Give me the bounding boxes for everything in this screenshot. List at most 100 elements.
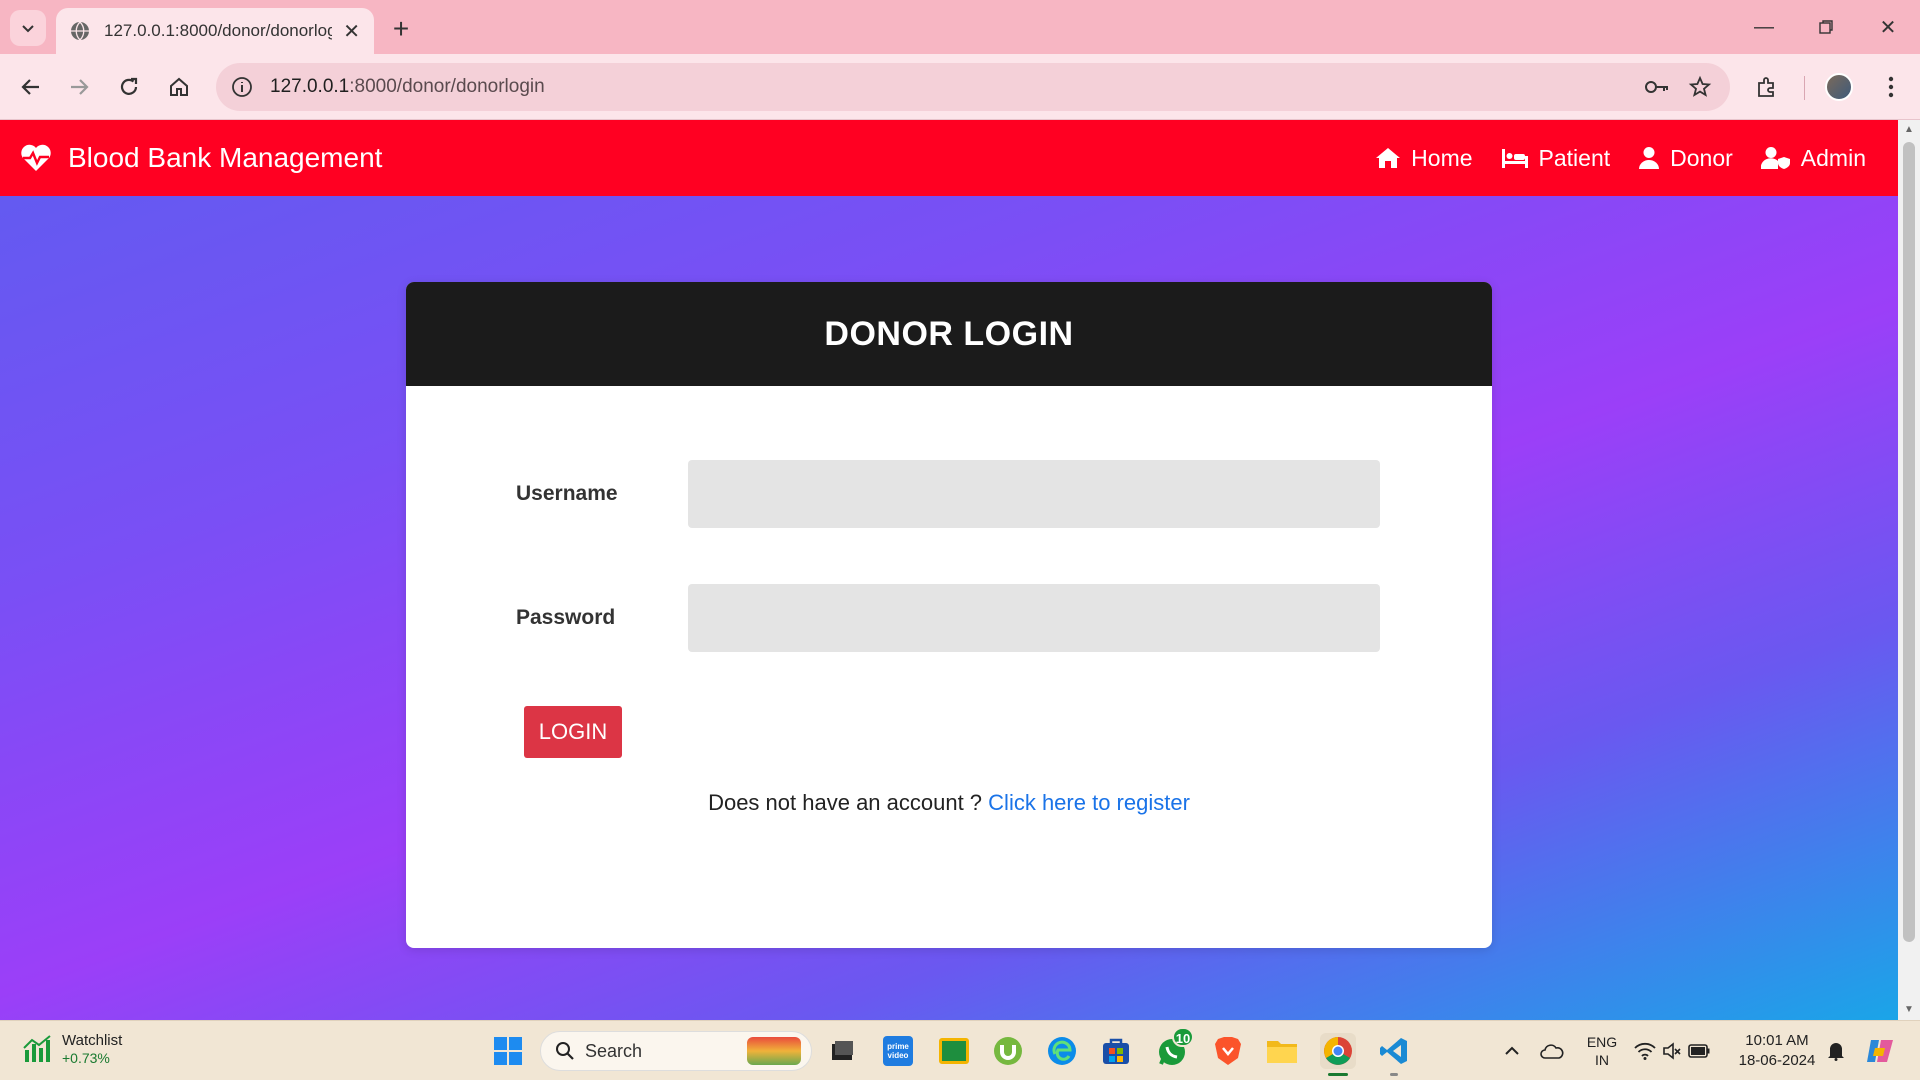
- back-button[interactable]: [12, 68, 50, 106]
- close-window-button[interactable]: ✕: [1858, 0, 1918, 54]
- forward-button[interactable]: [60, 68, 98, 106]
- language-line1: ENG: [1586, 1034, 1618, 1050]
- menu-button[interactable]: [1872, 68, 1910, 106]
- toolbar-divider: [1804, 76, 1805, 100]
- taskbar-task-view[interactable]: [824, 1033, 860, 1069]
- taskbar-vscode[interactable]: [1376, 1033, 1412, 1076]
- running-app-indicator: [1390, 1073, 1398, 1076]
- taskbar-chrome[interactable]: [1320, 1033, 1356, 1076]
- username-input[interactable]: [688, 460, 1380, 528]
- home-button[interactable]: [160, 68, 198, 106]
- wifi-icon: [1634, 1042, 1656, 1060]
- vscode-icon: [1380, 1038, 1407, 1064]
- nav-donor[interactable]: Donor: [1638, 145, 1733, 172]
- taskbar-search[interactable]: Search: [540, 1031, 812, 1071]
- restore-icon: [1819, 20, 1833, 34]
- windows-taskbar: Watchlist +0.73% Search prime video 10 E…: [0, 1020, 1920, 1080]
- new-tab-button[interactable]: +: [384, 12, 418, 46]
- arrow-right-icon: [71, 79, 89, 95]
- extensions-button[interactable]: [1748, 68, 1786, 106]
- store-icon: [1103, 1038, 1129, 1064]
- nav-patient-label: Patient: [1538, 144, 1611, 171]
- clock[interactable]: 10:01 AM 18-06-2024: [1730, 1031, 1824, 1071]
- taskbar-brave[interactable]: [1210, 1033, 1246, 1069]
- notifications-button[interactable]: [1818, 1033, 1854, 1069]
- brand[interactable]: Blood Bank Management: [20, 142, 382, 174]
- page-viewport: Blood Bank Management Home Patient Donor…: [0, 120, 1898, 1020]
- register-prompt: Does not have an account ? Click here to…: [406, 790, 1492, 816]
- start-button[interactable]: [490, 1033, 526, 1069]
- search-highlight-image: [747, 1037, 801, 1065]
- login-button[interactable]: LOGIN: [524, 706, 622, 758]
- taskbar-classroom[interactable]: [936, 1033, 972, 1069]
- address-bar[interactable]: 127.0.0.1:8000/donor/donorlogin: [216, 63, 1730, 111]
- whatsapp-badge: 10: [1172, 1027, 1194, 1047]
- login-title: DONOR LOGIN: [824, 314, 1074, 353]
- taskbar-whatsapp[interactable]: 10: [1154, 1027, 1194, 1069]
- windows-logo-icon: [494, 1037, 522, 1065]
- avatar: [1825, 73, 1853, 101]
- password-row: Password: [516, 584, 1380, 652]
- copilot-icon: [1867, 1040, 1893, 1062]
- puzzle-icon: [1758, 77, 1774, 97]
- arrow-left-icon: [21, 79, 39, 95]
- profile-button[interactable]: [1820, 68, 1858, 106]
- nav-home[interactable]: Home: [1375, 144, 1473, 172]
- brand-title: Blood Bank Management: [68, 142, 383, 173]
- username-row: Username: [516, 460, 1380, 528]
- reload-icon: [120, 77, 138, 95]
- user-shield-icon: [1760, 147, 1790, 169]
- restore-button[interactable]: [1796, 0, 1856, 54]
- reload-button[interactable]: [110, 68, 148, 106]
- browser-toolbar: 127.0.0.1:8000/donor/donorlogin: [0, 54, 1920, 120]
- tab-search-button[interactable]: [10, 10, 46, 46]
- nav-links: Home Patient Donor Admin: [1375, 145, 1866, 172]
- language-line2: IN: [1595, 1052, 1609, 1068]
- nav-donor-label: Donor: [1670, 144, 1733, 171]
- folder-icon: [1267, 1041, 1297, 1063]
- nav-home-label: Home: [1411, 144, 1473, 171]
- nav-admin[interactable]: Admin: [1760, 145, 1866, 172]
- globe-icon: [71, 21, 89, 41]
- site-navbar: Blood Bank Management Home Patient Donor…: [0, 120, 1898, 196]
- key-icon[interactable]: [1644, 77, 1670, 97]
- register-link[interactable]: Click here to register: [988, 790, 1190, 815]
- page-scrollbar[interactable]: ▲ ▼: [1898, 120, 1920, 1020]
- prime-video-icon: prime video: [883, 1036, 913, 1066]
- taskbar-edge[interactable]: [1044, 1033, 1080, 1069]
- utorrent-icon: [994, 1037, 1022, 1065]
- scroll-down-icon[interactable]: ▼: [1903, 1004, 1915, 1016]
- register-text: Does not have an account ?: [708, 790, 983, 815]
- username-label: Username: [516, 482, 618, 505]
- bell-icon: [1828, 1043, 1844, 1061]
- browser-tab[interactable]: 127.0.0.1:8000/donor/donorlogin ✕: [56, 8, 374, 54]
- watchlist-widget[interactable]: Watchlist +0.73%: [22, 1031, 122, 1066]
- nav-patient[interactable]: Patient: [1501, 144, 1611, 172]
- watchlist-label: Watchlist: [62, 1032, 123, 1049]
- tab-close-icon[interactable]: ✕: [343, 19, 360, 44]
- clock-date: 18-06-2024: [1738, 1052, 1816, 1069]
- site-info-icon[interactable]: [230, 75, 254, 99]
- tray-overflow[interactable]: [1494, 1033, 1530, 1069]
- search-icon: [556, 1042, 574, 1060]
- edge-icon: [1048, 1037, 1076, 1065]
- login-card: DONOR LOGIN Username Password LOGIN Does…: [406, 282, 1492, 948]
- copilot-button[interactable]: [1862, 1033, 1898, 1069]
- taskbar-store[interactable]: [1098, 1033, 1134, 1069]
- tray-onedrive[interactable]: [1534, 1033, 1570, 1069]
- language-indicator[interactable]: ENG IN: [1582, 1033, 1622, 1069]
- taskbar-utorrent[interactable]: [990, 1033, 1026, 1069]
- taskbar-search-placeholder: Search: [585, 1040, 643, 1061]
- taskbar-file-explorer[interactable]: [1264, 1033, 1300, 1069]
- tray-quick-settings[interactable]: [1630, 1033, 1714, 1069]
- classroom-icon: [939, 1038, 969, 1064]
- scroll-up-icon[interactable]: ▲: [1903, 124, 1915, 136]
- star-icon[interactable]: [1688, 75, 1712, 99]
- url-text: 127.0.0.1:8000/donor/donorlogin: [270, 76, 545, 97]
- password-input[interactable]: [688, 584, 1380, 652]
- minimize-button[interactable]: —: [1734, 0, 1794, 54]
- cloud-icon: [1540, 1044, 1564, 1059]
- scroll-thumb[interactable]: [1903, 142, 1915, 942]
- chevron-down-icon: [22, 25, 34, 33]
- taskbar-prime-video[interactable]: prime video: [880, 1033, 916, 1069]
